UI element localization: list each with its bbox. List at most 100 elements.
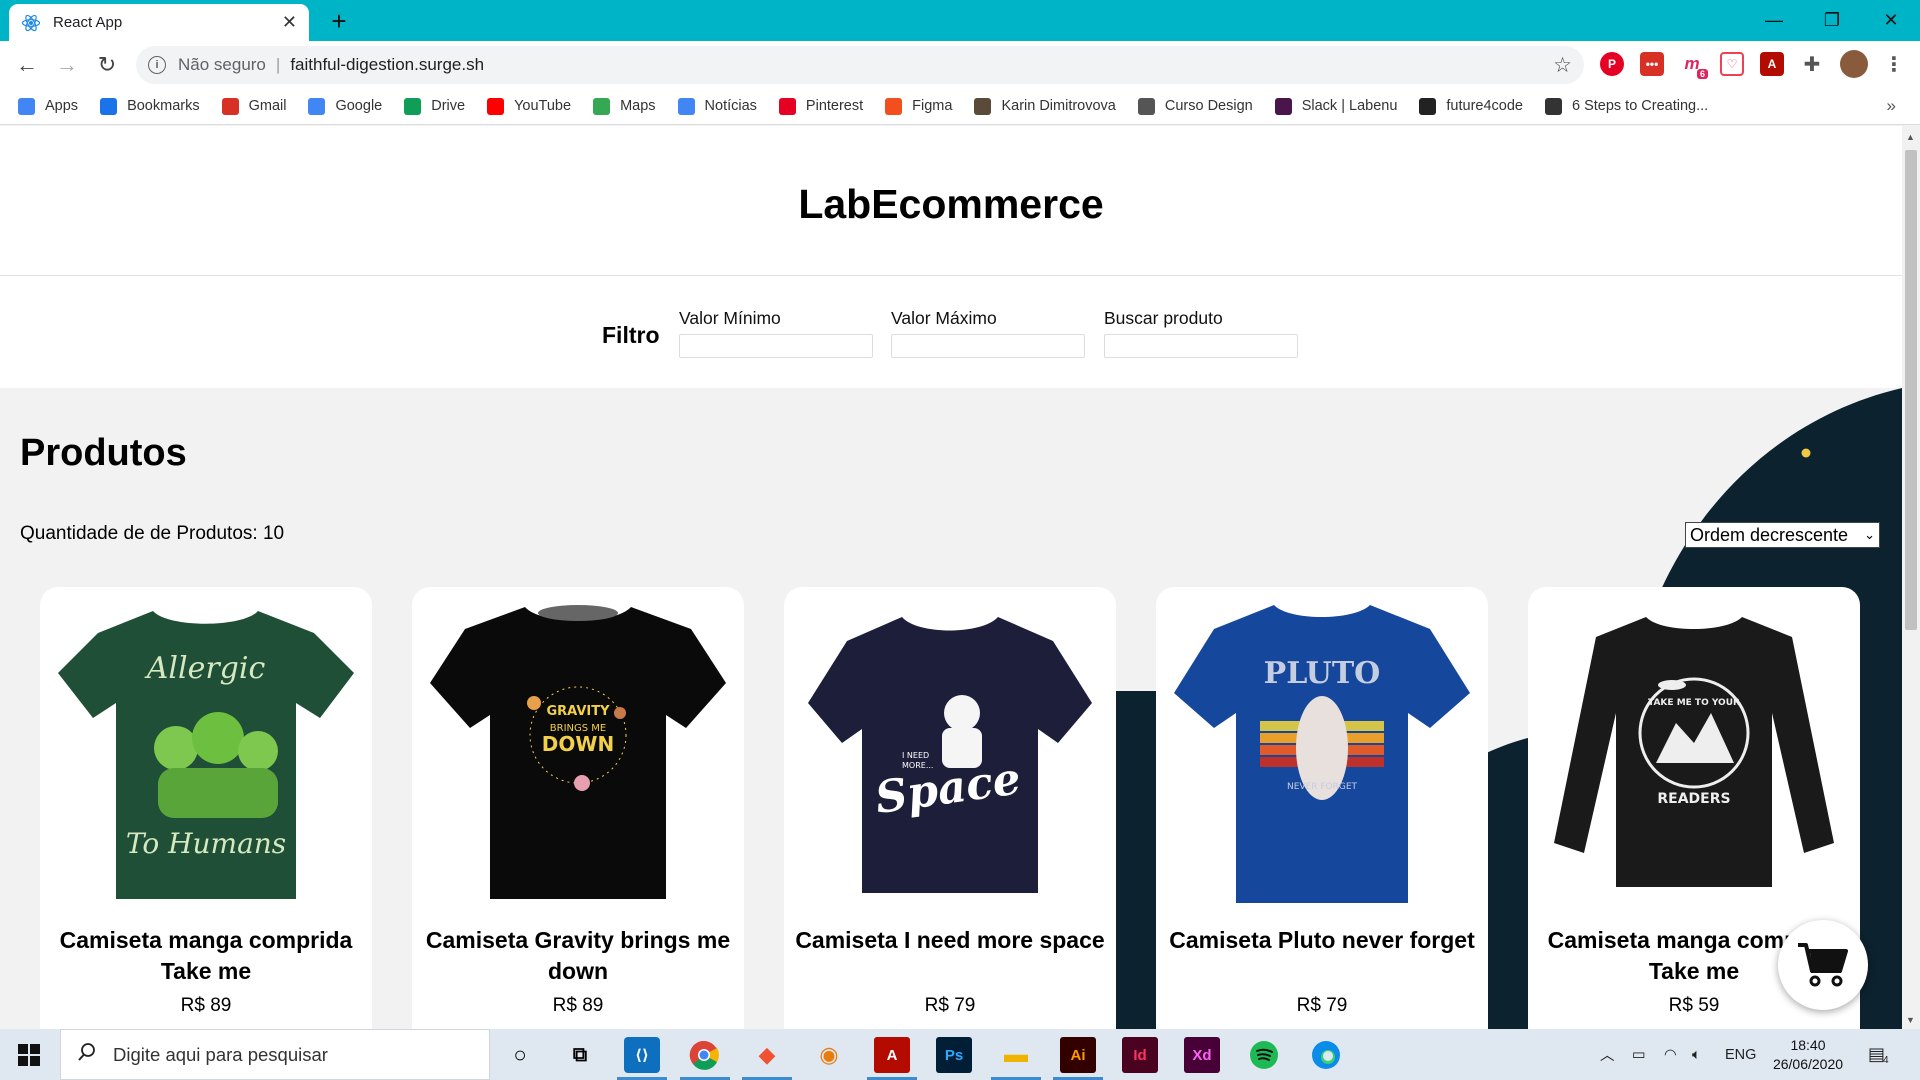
windows-taskbar: Digite aqui para pesquisar ○ ⧉ ⟨⟩ ◆ ◉ A …	[0, 1029, 1920, 1080]
max-value-input[interactable]	[891, 334, 1085, 358]
taskbar-search-placeholder: Digite aqui para pesquisar	[113, 1043, 328, 1065]
acrobat-icon[interactable]: A	[874, 1037, 910, 1073]
language-indicator[interactable]: ENG	[1725, 1029, 1756, 1080]
bookmark-item[interactable]: Figma	[885, 97, 952, 115]
svg-text:TAKE ME TO YOUR: TAKE ME TO YOUR	[1648, 698, 1740, 708]
url-text[interactable]: faithful-digestion.surge.sh	[290, 55, 484, 75]
dark-circle-icon	[1544, 97, 1562, 115]
site-title: LabEcommerce	[798, 181, 1104, 227]
forward-button[interactable]: →	[52, 50, 82, 80]
svg-text:I NEED: I NEED	[902, 751, 929, 760]
more-bookmarks-button[interactable]: »	[1887, 96, 1896, 116]
bookmark-item[interactable]: Pinterest	[778, 97, 863, 115]
filter-label: Filtro	[602, 322, 660, 348]
bookmark-item[interactable]: 6 Steps to Creating...	[1544, 97, 1709, 115]
m-extension-icon[interactable]: m6	[1680, 52, 1708, 79]
restore-window-button[interactable]: ❐	[1803, 0, 1861, 41]
browser-tab[interactable]: React App ✕	[9, 4, 309, 41]
bookmark-item[interactable]: Google	[308, 97, 383, 115]
scroll-down-arrow-icon[interactable]: ▼	[1906, 1015, 1915, 1025]
bookmark-label: future4code	[1446, 98, 1523, 114]
back-button[interactable]: ←	[12, 50, 42, 80]
pinterest-extension-icon[interactable]: P	[1600, 52, 1624, 76]
product-card[interactable]: Allergic To Humans Camiseta manga compri…	[40, 587, 372, 1029]
taskbar-search-box[interactable]: Digite aqui para pesquisar	[60, 1029, 490, 1080]
filter-bar: Filtro Valor Mínimo Valor Máximo Buscar …	[0, 276, 1902, 388]
bookmark-item[interactable]: Bookmarks	[100, 97, 200, 115]
product-price: R$ 79	[1296, 995, 1348, 1016]
google-icon	[308, 97, 326, 115]
bookmark-item[interactable]: Karin Dimitrovova	[974, 97, 1116, 115]
github-icon	[1419, 97, 1437, 115]
spotify-icon[interactable]	[1246, 1037, 1282, 1073]
task-view-icon[interactable]: ⧉	[562, 1037, 598, 1073]
notifications-icon[interactable]: ▤ 4	[1868, 1029, 1889, 1080]
product-card[interactable]: I NEED MORE... Space Camiseta I need mor…	[784, 587, 1116, 1029]
indesign-icon[interactable]: Id	[1122, 1037, 1158, 1073]
page-scrollbar[interactable]: ▲ ▼	[1902, 126, 1920, 1029]
bookmark-star-icon[interactable]: ☆	[1553, 53, 1572, 78]
reload-button[interactable]: ↻	[92, 50, 122, 80]
extensions-puzzle-icon[interactable]: ✚	[1800, 52, 1824, 76]
extension-badge: 6	[1696, 69, 1708, 79]
windows-start-button[interactable]	[0, 1029, 58, 1080]
bookmark-label: Drive	[431, 98, 466, 114]
bookmark-label: Google	[335, 98, 383, 114]
wifi-icon[interactable]: ◠	[1664, 1029, 1677, 1080]
edge-icon[interactable]	[1308, 1037, 1344, 1073]
bookmark-item[interactable]: Slack | Labenu	[1274, 97, 1397, 115]
max-value-field: Valor Máximo	[891, 308, 1087, 358]
bookmark-item[interactable]: Drive	[404, 97, 466, 115]
close-window-button[interactable]: ✕	[1862, 0, 1920, 41]
battery-icon[interactable]: ▭	[1632, 1029, 1646, 1080]
taskbar-clock[interactable]: 18:40 26/06/2020	[1764, 1036, 1852, 1074]
scrollbar-thumb[interactable]	[1905, 150, 1917, 630]
blender-icon[interactable]: ◉	[811, 1037, 847, 1073]
product-card[interactable]: PLUTO NEVER FORGET Camiseta Pluto never …	[1156, 587, 1488, 1029]
bookmark-item[interactable]: future4code	[1419, 97, 1523, 115]
lastpass-extension-icon[interactable]: •••	[1640, 52, 1664, 76]
show-hidden-icons-button[interactable]: ︿	[1600, 1029, 1615, 1080]
min-value-input[interactable]	[679, 334, 873, 358]
close-tab-icon[interactable]: ✕	[282, 12, 297, 33]
windows-logo-icon	[18, 1043, 40, 1066]
cortana-icon[interactable]: ○	[502, 1037, 538, 1073]
profile-avatar[interactable]	[1840, 50, 1868, 78]
minimize-window-button[interactable]: —	[1745, 0, 1803, 41]
browser-toolbar: ← → ↻ i Não seguro | faithful-digestion.…	[0, 41, 1920, 88]
maps-icon	[593, 97, 611, 115]
bookmark-item[interactable]: Gmail	[221, 97, 286, 115]
pocket-extension-icon[interactable]: ♡	[1720, 52, 1744, 76]
bookmark-item[interactable]: YouTube	[487, 97, 571, 115]
site-header: LabEcommerce	[0, 126, 1902, 276]
vscode-icon[interactable]: ⟨⟩	[624, 1037, 660, 1073]
git-icon[interactable]: ◆	[749, 1037, 785, 1073]
bookmark-label: 6 Steps to Creating...	[1571, 98, 1709, 114]
address-bar[interactable]: i Não seguro | faithful-digestion.surge.…	[136, 46, 1584, 84]
volume-icon[interactable]: 🔈︎	[1692, 1029, 1701, 1080]
chrome-icon[interactable]	[686, 1037, 722, 1073]
menu-kebab-icon[interactable]: ⋮	[1882, 52, 1906, 76]
search-product-input[interactable]	[1104, 334, 1298, 358]
scroll-up-arrow-icon[interactable]: ▲	[1906, 132, 1915, 142]
file-explorer-icon[interactable]: ▬	[998, 1037, 1034, 1073]
gmail-icon	[221, 97, 239, 115]
new-tab-button[interactable]: +	[324, 6, 354, 36]
bookmark-item[interactable]: Maps	[593, 97, 656, 115]
bookmark-item[interactable]: Apps	[18, 97, 78, 115]
pdf-extension-icon[interactable]: A	[1760, 52, 1784, 76]
illustrator-icon[interactable]: Ai	[1060, 1037, 1096, 1073]
product-card[interactable]: GRAVITY BRINGS ME DOWN Camiseta Gravity …	[412, 587, 744, 1029]
bookmark-item[interactable]: Curso Design	[1137, 97, 1253, 115]
product-price: R$ 79	[924, 995, 976, 1016]
order-select[interactable]: Ordem decrescente ⌄	[1685, 522, 1880, 548]
adobe-xd-icon[interactable]: Xd	[1184, 1037, 1220, 1073]
bookmark-item[interactable]: Notícias	[677, 97, 757, 115]
bookmark-label: Bookmarks	[127, 98, 200, 114]
photoshop-icon[interactable]: Ps	[936, 1037, 972, 1073]
info-icon[interactable]: i	[148, 56, 166, 74]
apps-grid-icon	[18, 97, 35, 115]
cart-button[interactable]	[1778, 920, 1868, 1010]
products-heading: Produtos	[20, 432, 187, 474]
order-select-value: Ordem decrescente	[1690, 524, 1849, 545]
